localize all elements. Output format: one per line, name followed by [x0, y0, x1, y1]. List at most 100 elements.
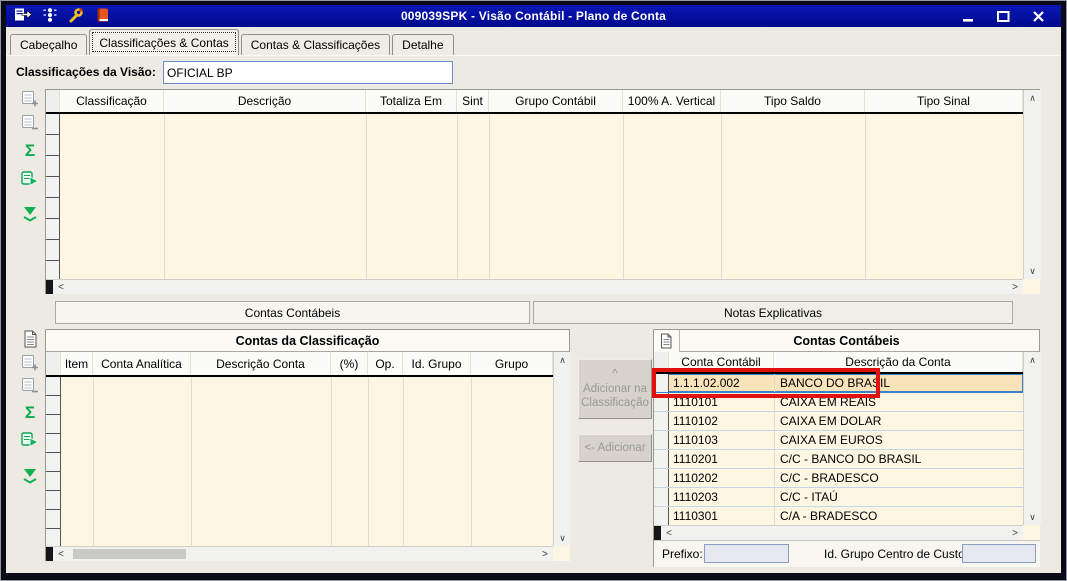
column-divider: [164, 114, 165, 279]
sum-icon[interactable]: Σ: [20, 140, 40, 160]
vertical-scrollbar[interactable]: ∧ ∨: [553, 352, 571, 546]
col-conta-contabil[interactable]: Conta Contábil: [669, 352, 774, 372]
go-last-icon[interactable]: [20, 465, 40, 485]
vertical-scrollbar[interactable]: ∧ ∨: [1023, 90, 1041, 279]
maximize-button[interactable]: [997, 11, 1010, 22]
col-classificacao[interactable]: Classificação: [60, 90, 164, 112]
grid-sizer[interactable]: [46, 547, 53, 561]
go-last-icon[interactable]: [20, 203, 40, 223]
col-sint[interactable]: Sint: [457, 90, 489, 112]
scroll-down-icon[interactable]: ∨: [1024, 263, 1041, 279]
table-row[interactable]: 1110301 C/A - BRADESCO: [654, 507, 1023, 525]
scroll-track[interactable]: [69, 547, 537, 561]
document-icon[interactable]: [654, 330, 680, 352]
group-cost-center-input[interactable]: [962, 544, 1036, 563]
row-selector[interactable]: [654, 469, 669, 487]
tab-label: Contas Contábeis: [245, 306, 340, 320]
add-row-icon[interactable]: [20, 353, 40, 373]
add-button[interactable]: <- Adicionar: [578, 434, 652, 462]
add-row-icon[interactable]: [20, 89, 40, 109]
exit-icon[interactable]: [14, 7, 32, 25]
delete-row-icon[interactable]: [20, 113, 40, 133]
row-selector[interactable]: [654, 412, 669, 430]
scroll-track[interactable]: [69, 280, 1007, 294]
delete-row-icon[interactable]: [20, 376, 40, 396]
left-grid-body[interactable]: [46, 377, 553, 546]
scroll-up-icon[interactable]: ∧: [1024, 90, 1041, 106]
grid-sizer[interactable]: [46, 280, 53, 294]
scroll-down-icon[interactable]: ∨: [1024, 509, 1041, 525]
table-row[interactable]: 1110201 C/C - BANCO DO BRASIL: [654, 450, 1023, 469]
vision-input[interactable]: [163, 61, 453, 84]
horizontal-scrollbar[interactable]: < >: [654, 525, 1023, 540]
execute-icon[interactable]: [20, 169, 40, 189]
tab-contas-contabeis[interactable]: Contas Contábeis: [55, 301, 530, 324]
col-op[interactable]: Op.: [368, 352, 403, 375]
right-grid-body[interactable]: 1.1.1.02.002 BANCO DO BRASIL 1110101 CAI…: [654, 374, 1023, 525]
scroll-right-icon[interactable]: >: [1007, 526, 1023, 540]
row-selector[interactable]: [654, 507, 669, 525]
table-row[interactable]: 1110203 C/C - ITAÚ: [654, 488, 1023, 507]
horizontal-scrollbar[interactable]: < >: [46, 279, 1023, 294]
tab-cabecalho[interactable]: Cabeçalho: [10, 34, 87, 55]
scroll-left-icon[interactable]: <: [53, 280, 69, 294]
row-selector[interactable]: [654, 450, 669, 468]
minimize-button[interactable]: [962, 11, 975, 22]
col-tipo-sinal[interactable]: Tipo Sinal: [865, 90, 1023, 112]
scroll-track[interactable]: [677, 526, 1007, 540]
scroll-right-icon[interactable]: >: [1007, 280, 1023, 294]
table-row[interactable]: 1110103 CAIXA EM EUROS: [654, 431, 1023, 450]
scroll-down-icon[interactable]: ∨: [554, 530, 571, 546]
row-selector[interactable]: [654, 393, 669, 411]
table-row-selected[interactable]: 1.1.1.02.002 BANCO DO BRASIL: [654, 374, 1023, 393]
scroll-right-icon[interactable]: >: [537, 547, 553, 561]
scroll-up-icon[interactable]: ∧: [1024, 352, 1041, 368]
tab-notas-explicativas[interactable]: Notas Explicativas: [533, 301, 1013, 324]
col-grupo[interactable]: Grupo: [471, 352, 553, 375]
document-icon[interactable]: [20, 329, 40, 349]
col-conta-analitica[interactable]: Conta Analítica: [93, 352, 191, 375]
table-row[interactable]: 1110101 CAIXA EM REAIS: [654, 393, 1023, 412]
tab-contas-classificacoes[interactable]: Contas & Classificações: [241, 34, 390, 55]
col-descricao-conta[interactable]: Descrição Conta: [191, 352, 331, 375]
scroll-up-icon[interactable]: ∧: [554, 352, 571, 368]
scroll-left-icon[interactable]: <: [53, 547, 69, 561]
scroll-thumb[interactable]: [73, 549, 186, 559]
scroll-left-icon[interactable]: <: [661, 526, 677, 540]
execute-icon[interactable]: [20, 430, 40, 450]
col-grupo-contabil[interactable]: Grupo Contábil: [489, 90, 623, 112]
prefix-input[interactable]: [704, 544, 789, 563]
classification-grid-header: Classificação Descrição Totaliza Em Sint…: [46, 90, 1039, 114]
horizontal-scrollbar[interactable]: < >: [46, 546, 553, 561]
scroll-corner: [553, 546, 570, 561]
tab-detalhe[interactable]: Detalhe: [392, 34, 453, 55]
tab-classificacoes-contas[interactable]: Classificações & Contas: [89, 29, 238, 55]
cell-descricao: CAIXA EM EUROS: [774, 431, 1023, 449]
sum-icon[interactable]: Σ: [20, 402, 40, 422]
classification-grid-body[interactable]: [46, 114, 1023, 279]
close-button[interactable]: [1032, 11, 1045, 22]
titlebar: 009039SPK - Visão Contábil - Plano de Co…: [6, 5, 1061, 27]
col-percent[interactable]: (%): [331, 352, 368, 375]
col-descricao[interactable]: Descrição: [164, 90, 366, 112]
grid-sizer[interactable]: [654, 526, 661, 540]
row-selector[interactable]: [654, 374, 669, 392]
col-item[interactable]: Item: [61, 352, 93, 375]
wrench-icon[interactable]: [68, 7, 84, 26]
row-selector[interactable]: [654, 488, 669, 506]
book-icon[interactable]: [94, 7, 110, 26]
col-tipo-saldo[interactable]: Tipo Saldo: [721, 90, 865, 112]
table-row[interactable]: 1110202 C/C - BRADESCO: [654, 469, 1023, 488]
row-selector[interactable]: [654, 431, 669, 449]
col-totaliza-em[interactable]: Totaliza Em: [366, 90, 457, 112]
tab-label: Notas Explicativas: [724, 306, 822, 320]
col-descricao-da-conta[interactable]: Descrição da Conta: [774, 352, 1023, 372]
col-id-grupo[interactable]: Id. Grupo: [403, 352, 471, 375]
add-to-classification-button[interactable]: ^ Adicionar na Classificação: [578, 359, 652, 419]
vertical-scrollbar[interactable]: ∧ ∨: [1023, 352, 1041, 525]
table-row[interactable]: 1110102 CAIXA EM DOLAR: [654, 412, 1023, 431]
traffic-light-icon[interactable]: [42, 7, 58, 26]
col-av-vertical[interactable]: 100% A. Vertical: [623, 90, 721, 112]
cell-conta: 1110103: [669, 431, 774, 449]
cell-conta: 1110102: [669, 412, 774, 430]
